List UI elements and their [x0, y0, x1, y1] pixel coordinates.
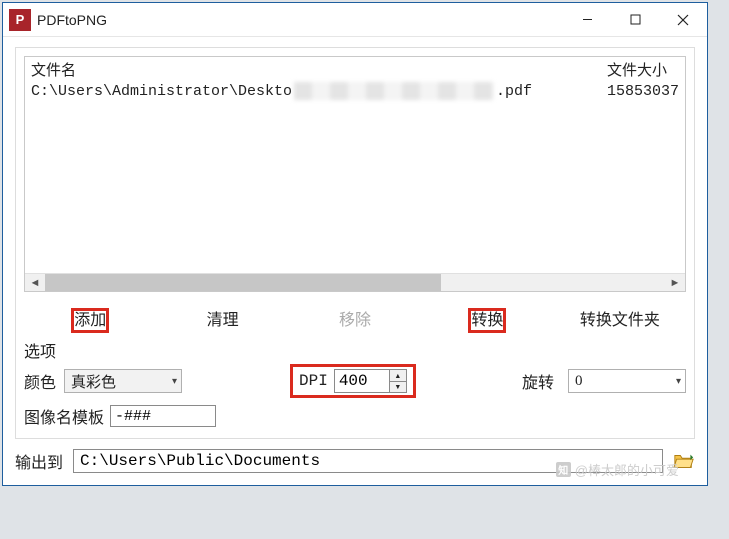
add-button[interactable]: 添加 — [24, 302, 156, 334]
output-label: 输出到 — [15, 449, 63, 473]
output-row: 输出到 — [15, 449, 695, 473]
minimize-button[interactable] — [563, 4, 611, 36]
dpi-group: DPI ▲ ▼ — [290, 364, 416, 398]
color-value: 真彩色 — [71, 371, 116, 392]
clear-button[interactable]: 清理 — [156, 302, 288, 334]
app-icon: P — [9, 9, 31, 31]
dpi-step-down[interactable]: ▼ — [390, 381, 406, 392]
col-header-name[interactable]: 文件名 — [31, 59, 607, 80]
dpi-spinner[interactable]: ▲ ▼ — [334, 369, 407, 393]
maximize-icon — [630, 14, 641, 25]
content-panel: 文件名 文件大小 C:\Users\Administrator\Deskto .… — [15, 47, 695, 439]
file-row[interactable]: C:\Users\Administrator\Deskto .pdf 15853… — [25, 82, 685, 100]
file-list[interactable]: 文件名 文件大小 C:\Users\Administrator\Deskto .… — [24, 56, 686, 292]
file-size: 15853037 — [607, 83, 679, 100]
close-icon — [677, 14, 689, 26]
chevron-down-icon: ▾ — [166, 376, 177, 387]
window-controls — [563, 4, 707, 36]
rotate-select[interactable]: 0 ▾ — [568, 369, 686, 393]
title-bar: P PDFtoPNG — [3, 3, 707, 37]
file-path-redacted — [294, 82, 494, 100]
convert-folder-button[interactable]: 转换文件夹 — [554, 302, 686, 334]
app-window: P PDFtoPNG 文件名 文件大小 C:\Users\Administrat… — [2, 2, 708, 486]
window-title: PDFtoPNG — [37, 12, 107, 28]
options-label: 选项 — [24, 338, 686, 362]
scroll-thumb[interactable] — [45, 273, 441, 291]
horizontal-scrollbar[interactable]: ◄ ► — [25, 273, 685, 291]
color-select[interactable]: 真彩色 ▾ — [64, 369, 182, 393]
dpi-label: DPI — [299, 372, 328, 390]
maximize-button[interactable] — [611, 4, 659, 36]
convert-button[interactable]: 转换 — [421, 302, 553, 334]
template-label: 图像名模板 — [24, 404, 104, 428]
file-list-header: 文件名 文件大小 — [25, 57, 685, 82]
dpi-input[interactable] — [335, 370, 389, 392]
scroll-left-icon[interactable]: ◄ — [25, 273, 45, 291]
remove-button: 移除 — [289, 302, 421, 334]
close-button[interactable] — [659, 4, 707, 36]
output-path-input[interactable] — [73, 449, 663, 473]
color-label: 颜色 — [24, 369, 56, 393]
rotate-label: 旋转 — [522, 369, 554, 393]
template-input[interactable] — [110, 405, 216, 427]
options-section: 选项 颜色 真彩色 ▾ DPI ▲ ▼ — [24, 338, 686, 428]
browse-folder-icon[interactable] — [673, 451, 695, 471]
action-button-row: 添加 清理 移除 转换 转换文件夹 — [24, 302, 686, 334]
col-header-size[interactable]: 文件大小 — [607, 59, 679, 80]
file-path-prefix: C:\Users\Administrator\Deskto — [31, 83, 292, 100]
rotate-value: 0 — [575, 373, 583, 390]
scroll-right-icon[interactable]: ► — [665, 273, 685, 291]
file-path-suffix: .pdf — [496, 83, 532, 100]
dpi-step-up[interactable]: ▲ — [390, 370, 406, 381]
scroll-track[interactable] — [441, 273, 665, 291]
chevron-down-icon: ▾ — [670, 376, 681, 387]
minimize-icon — [582, 14, 593, 25]
